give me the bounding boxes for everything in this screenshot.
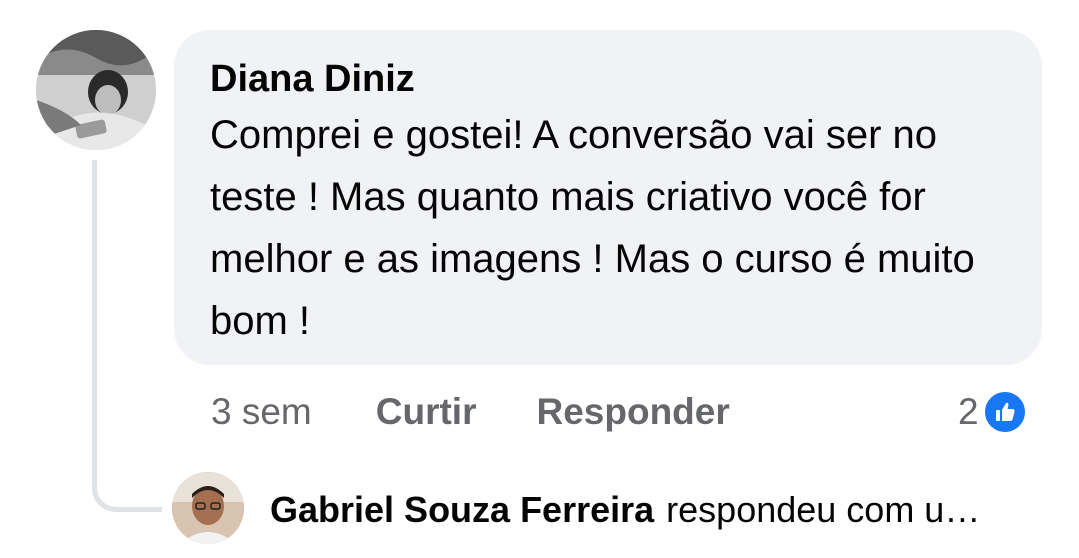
thread-connector-line <box>92 160 162 512</box>
reply-button[interactable]: Responder <box>537 391 730 433</box>
reply-avatar[interactable] <box>172 472 244 544</box>
comment-timestamp[interactable]: 3 sem <box>211 391 312 433</box>
avatar[interactable] <box>36 30 156 150</box>
reply-preview-text: respondeu com u… <box>666 489 981 530</box>
comment-author[interactable]: Diana Diniz <box>210 56 1006 102</box>
profile-photo <box>36 30 156 150</box>
thumbs-up-icon <box>982 390 1027 434</box>
reply-author[interactable]: Gabriel Souza Ferreira <box>270 489 654 531</box>
comment-bubble: Diana Diniz Comprei e gostei! A conversã… <box>174 30 1042 365</box>
reaction-summary[interactable]: 2 <box>958 388 1027 436</box>
reaction-count: 2 <box>958 391 979 432</box>
comment-thread: Diana Diniz Comprei e gostei! A conversã… <box>0 0 1079 558</box>
comment-actions: 3 sem Curtir Responder <box>211 388 790 436</box>
comment-text: Comprei e gostei! A conversão vai ser no… <box>210 113 975 343</box>
reply-profile-photo <box>172 472 244 544</box>
reply-preview[interactable]: Gabriel Souza Ferreira respondeu com u… <box>270 484 980 536</box>
like-button[interactable]: Curtir <box>376 391 477 433</box>
